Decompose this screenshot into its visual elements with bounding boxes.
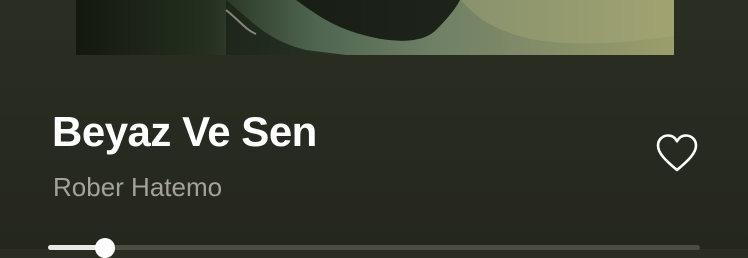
album-art xyxy=(76,0,674,55)
heart-icon xyxy=(655,133,699,178)
progress-track xyxy=(48,245,700,250)
track-title: Beyaz Ve Sen xyxy=(52,108,317,155)
track-artist[interactable]: Rober Hatemo xyxy=(53,172,222,203)
like-button[interactable] xyxy=(654,133,700,177)
progress-knob[interactable] xyxy=(94,238,115,258)
progress-bar[interactable] xyxy=(48,238,700,258)
